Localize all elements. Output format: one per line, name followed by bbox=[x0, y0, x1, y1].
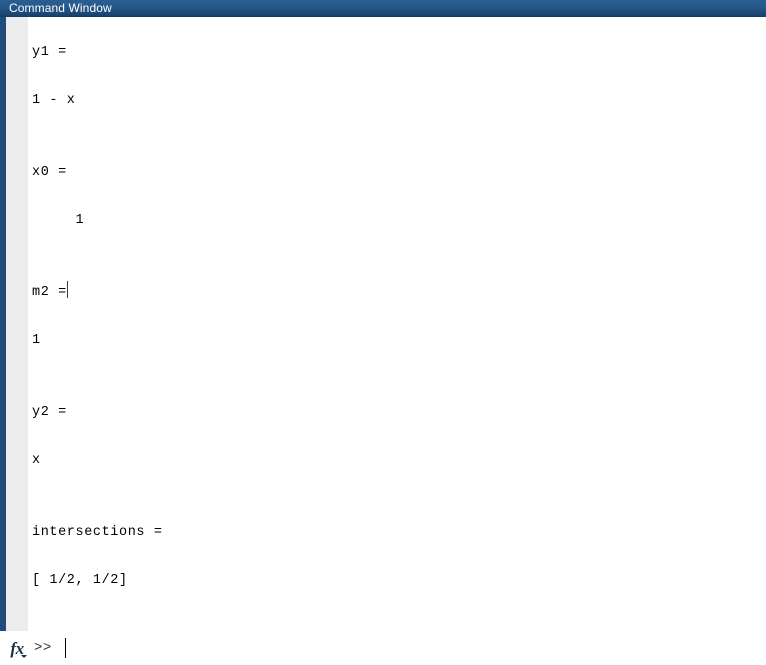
command-prompt-row[interactable]: fx >> bbox=[0, 631, 766, 665]
console-line: x bbox=[32, 453, 41, 468]
text-caret bbox=[66, 281, 68, 298]
window-titlebar: Command Window bbox=[0, 0, 766, 17]
window-title: Command Window bbox=[9, 1, 112, 15]
console-line: y2 = bbox=[32, 405, 67, 420]
console-line: [ 1/2, 1/2] bbox=[32, 573, 128, 588]
console-line: 1 bbox=[32, 333, 41, 348]
console-line: y1 = bbox=[32, 45, 67, 60]
function-browser-button[interactable]: fx bbox=[4, 635, 30, 661]
console-body: y1 = 1 - x x0 = 1 m2 = 1 y2 = x intersections =… bbox=[0, 17, 766, 631]
console-line: intersections = bbox=[32, 525, 163, 540]
command-window: Command Window y1 = 1 - x x0 = 1 m2 = 1 y2 = x… bbox=[0, 0, 766, 665]
console-line: 1 bbox=[32, 213, 85, 228]
fx-icon: fx bbox=[10, 638, 24, 658]
console-line: x0 = bbox=[32, 165, 67, 180]
console-output-text: y1 = 1 - x x0 = 1 m2 = 1 y2 = x intersections =… bbox=[32, 17, 163, 593]
prompt-symbol: >> bbox=[34, 640, 52, 656]
console-line: 1 - x bbox=[32, 93, 76, 108]
console-line: m2 = bbox=[32, 281, 163, 305]
line-gutter bbox=[6, 17, 28, 631]
command-input-caret bbox=[64, 638, 66, 658]
console-output-area[interactable]: y1 = 1 - x x0 = 1 m2 = 1 y2 = x intersections =… bbox=[28, 17, 766, 631]
chevron-down-icon bbox=[21, 655, 27, 658]
